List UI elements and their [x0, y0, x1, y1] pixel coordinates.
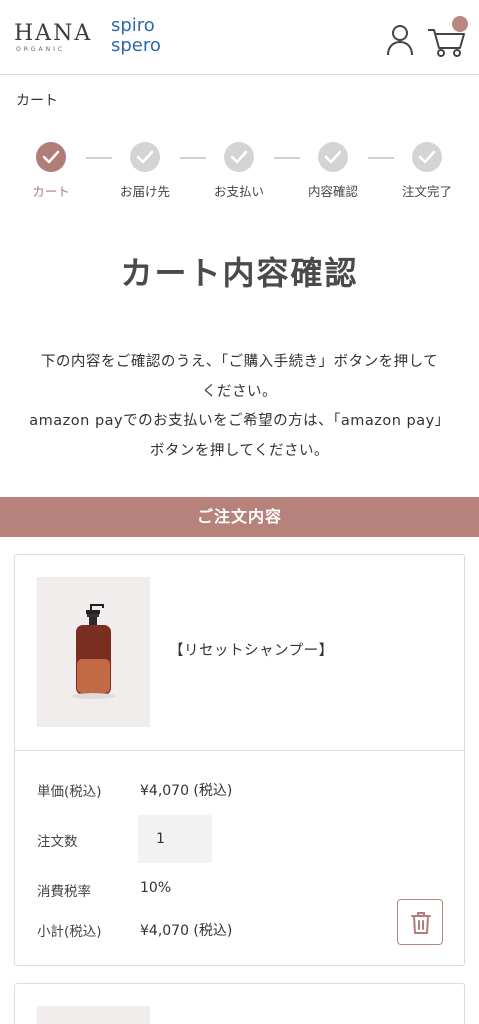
- check-icon: [318, 142, 348, 172]
- cart-badge: [452, 16, 468, 32]
- step-label: お届け先: [119, 184, 170, 199]
- hana-logo-text: HANA: [14, 21, 93, 46]
- site-header: HANA ORGANIC spiro spero: [0, 0, 479, 75]
- spiro-spero-logo[interactable]: spiro spero: [111, 16, 161, 56]
- intro-line: ください。: [202, 383, 277, 400]
- step-label: お支払い: [213, 184, 264, 199]
- subtotal-label: 小計(税込): [37, 924, 102, 940]
- page-title: カート内容確認: [120, 254, 359, 292]
- step-confirm: 内容確認: [286, 140, 380, 200]
- step-cart: カート: [4, 140, 98, 200]
- unit-price-value: ¥4,070 (税込): [140, 783, 233, 799]
- user-icon[interactable]: [386, 24, 414, 56]
- card-divider: [15, 750, 464, 751]
- intro-line: ボタンを押してください。: [149, 442, 330, 459]
- quantity-input[interactable]: 1: [138, 815, 212, 863]
- cart-item-card: [14, 983, 465, 1024]
- intro-line: amazon payでのお支払いをご希望の方は、「amazon pay」: [29, 413, 450, 429]
- step-label: カート: [32, 184, 70, 199]
- hana-logo-subtext: ORGANIC: [16, 46, 66, 53]
- cart-item-card: 【リセットシャンプー】 単価(税込) ¥4,070 (税込) 注文数 1 消費税…: [14, 554, 465, 966]
- delete-item-button[interactable]: [397, 899, 443, 945]
- intro-text: 下の内容をご確認のうえ、「ご購入手続き」ボタンを押して ください。 amazon…: [10, 348, 469, 466]
- product-image[interactable]: [37, 1006, 150, 1024]
- check-icon: [224, 142, 254, 172]
- check-icon: [130, 142, 160, 172]
- hana-organic-logo[interactable]: HANA ORGANIC: [14, 22, 90, 54]
- tax-rate-value: 10%: [140, 880, 172, 896]
- trash-icon: [411, 912, 431, 934]
- step-label: 注文完了: [401, 184, 452, 199]
- step-payment: お支払い: [192, 140, 286, 200]
- product-image[interactable]: [37, 577, 150, 727]
- check-icon: [412, 142, 442, 172]
- step-delivery: お届け先: [98, 140, 192, 200]
- intro-line: 下の内容をご確認のうえ、「ご購入手続き」ボタンを押して: [40, 354, 439, 370]
- step-label: 内容確認: [307, 184, 358, 199]
- spiro-logo-line2: spero: [111, 35, 161, 56]
- quantity-label: 注文数: [37, 834, 78, 850]
- check-icon: [36, 142, 66, 172]
- spiro-logo-line1: spiro: [111, 15, 155, 36]
- tax-rate-label: 消費税率: [37, 884, 91, 900]
- unit-price-label: 単価(税込): [37, 784, 102, 800]
- step-complete: 注文完了: [380, 140, 474, 200]
- product-name[interactable]: 【リセットシャンプー】: [169, 639, 334, 660]
- breadcrumb[interactable]: カート: [16, 90, 58, 110]
- order-section-header: ご注文内容: [0, 497, 479, 537]
- checkout-steps: カート お届け先 お支払い 内容確認 注文完了: [0, 140, 479, 210]
- subtotal-value: ¥4,070 (税込): [140, 923, 233, 939]
